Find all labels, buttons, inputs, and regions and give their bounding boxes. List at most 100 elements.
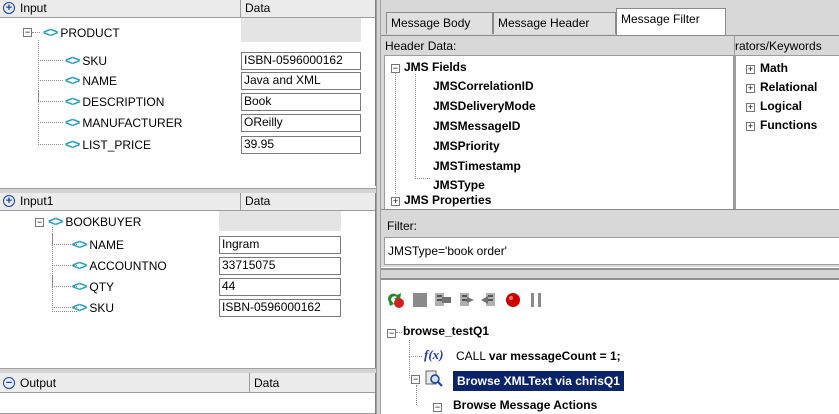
header-data-tree[interactable]: − JMS Fields JMSCorrelationID JMSDeliver… — [384, 55, 734, 210]
tab-message-filter[interactable]: Message Filter — [616, 8, 726, 35]
tree-node-description[interactable]: <> DESCRIPTION Book — [0, 91, 375, 112]
tab-message-header[interactable]: Message Header — [493, 12, 616, 34]
output-panel: − Output Data — [0, 373, 376, 414]
operators-tree[interactable]: + Math + Relational + Logical + Function… — [735, 55, 839, 210]
collapse-icon[interactable]: − — [387, 329, 396, 338]
node-label: DESCRIPTION — [82, 95, 165, 109]
xml-element-icon: <> — [65, 72, 80, 88]
record-icon[interactable] — [503, 290, 523, 310]
tree-node-accountno[interactable]: <> ACCOUNTNO 33715075 — [0, 255, 375, 276]
tree-node-name[interactable]: <> NAME Java and XML — [0, 70, 375, 91]
tree-node-jmstimestamp[interactable]: JMSTimestamp — [433, 159, 521, 173]
browse-icon — [425, 370, 443, 387]
horizontal-splitter[interactable] — [381, 268, 839, 280]
tree-node-qty[interactable]: <> QTY 44 — [0, 276, 375, 297]
xml-element-icon: <> — [65, 93, 80, 109]
tree-line — [409, 340, 422, 357]
tree-node-relational[interactable]: Relational — [760, 80, 817, 94]
step-back-icon[interactable] — [479, 290, 499, 310]
selected-step[interactable]: Browse XMLText via chrisQ1 — [453, 371, 624, 391]
data-column-header[interactable]: Data — [242, 193, 270, 211]
expand-icon[interactable]: + — [391, 197, 400, 206]
stop-icon[interactable] — [410, 290, 430, 310]
step-into-icon[interactable] — [385, 290, 405, 310]
tree-line — [38, 91, 63, 102]
header-data-pane: Header Data: − JMS Fields JMSCorrelation… — [381, 35, 734, 210]
tree-line — [395, 73, 396, 194]
tree-line — [396, 332, 402, 333]
tree-node-jms-fields[interactable]: JMS Fields — [404, 60, 467, 74]
tree-node-sku[interactable]: <> SKU ISBN-0596000162 — [0, 297, 375, 318]
tree-node-jmsmessageid[interactable]: JMSMessageID — [433, 119, 520, 133]
expand-icon[interactable]: + — [746, 122, 755, 131]
output-empty-row — [0, 393, 375, 414]
tree-line — [416, 385, 417, 405]
filter-pane: Filter: JMSType='book order' — [381, 209, 839, 267]
step-icon[interactable] — [456, 290, 476, 310]
value-field[interactable]: Book — [241, 93, 361, 111]
tree-node-logical[interactable]: Logical — [760, 99, 802, 113]
node-label: LIST_PRICE — [82, 138, 152, 152]
pause-icon[interactable] — [526, 290, 546, 310]
collapse-icon[interactable]: − — [35, 218, 44, 227]
tree-node-browse-message-actions[interactable]: Browse Message Actions — [453, 398, 597, 412]
node-label: ACCOUNTNO — [89, 259, 167, 273]
tree-line — [38, 50, 63, 61]
operators-title: rators/Keywords — [735, 39, 822, 53]
input1-panel-header[interactable]: + Input1 Data — [0, 193, 375, 211]
output-column-header[interactable]: Output — [0, 373, 250, 393]
tree-node-jmspriority[interactable]: JMSPriority — [433, 139, 500, 153]
tree-node-list-price[interactable]: <> LIST_PRICE 39.95 — [0, 134, 375, 155]
value-field[interactable]: 44 — [219, 278, 341, 296]
value-field[interactable]: ISBN-0596000162 — [219, 299, 341, 317]
tree-node-jms-properties[interactable]: JMS Properties — [404, 193, 491, 207]
xml-element-icon: <> — [72, 278, 87, 294]
run-icon[interactable] — [433, 290, 453, 310]
value-field[interactable]: Ingram — [219, 236, 341, 254]
tree-line — [415, 74, 430, 179]
tree-node-math[interactable]: Math — [760, 61, 788, 75]
tab-message-body[interactable]: Message Body — [386, 12, 493, 34]
data-column-header[interactable]: Data — [242, 0, 270, 18]
tree-node-jmscorrelationid[interactable]: JMSCorrelationID — [433, 79, 534, 93]
value-field[interactable]: ISBN-0596000162 — [241, 52, 361, 70]
collapse-icon[interactable]: − — [391, 64, 400, 73]
node-label: NAME — [82, 74, 118, 88]
value-field[interactable]: Java and XML — [241, 72, 361, 90]
tree-node-manufacturer[interactable]: <> MANUFACTURER OReilly — [0, 112, 375, 133]
tree-node-sku[interactable]: <> SKU ISBN-0596000162 — [0, 50, 375, 71]
filter-label: Filter: — [387, 219, 417, 233]
flow-tree[interactable]: − browse_testQ1 f(x) CALL var messageCou… — [381, 312, 839, 414]
value-field[interactable]: 39.95 — [241, 136, 361, 154]
expand-icon[interactable]: − — [433, 403, 442, 412]
selected-step-label: Browse XMLText via chrisQ1 — [457, 374, 620, 388]
value-field[interactable]: 33715075 — [219, 257, 341, 275]
tree-line — [32, 32, 40, 33]
data-column-header[interactable]: Data — [251, 373, 279, 391]
input-column-header[interactable]: Input — [0, 0, 241, 18]
collapse-icon[interactable]: − — [23, 28, 32, 37]
value-field[interactable]: OReilly — [241, 114, 361, 132]
collapse-icon[interactable]: − — [411, 375, 420, 384]
input1-column-header[interactable]: Input1 — [0, 193, 241, 211]
expand-icon[interactable]: + — [746, 103, 755, 112]
xml-element-icon: <> — [72, 299, 87, 315]
tree-line — [38, 134, 63, 145]
operators-pane: rators/Keywords + Math + Relational + Lo… — [734, 35, 839, 210]
tree-line — [38, 70, 63, 81]
output-panel-header[interactable]: − Output Data — [0, 373, 375, 393]
filter-input[interactable]: JMSType='book order' — [384, 237, 839, 265]
tree-node-browse-testq1[interactable]: browse_testQ1 — [403, 324, 489, 338]
xml-element-icon: <> — [65, 114, 80, 130]
call-step[interactable]: CALL var messageCount = 1; — [456, 349, 621, 363]
header-data-title: Header Data: — [385, 39, 457, 53]
input-panel-header[interactable]: + Input Data — [0, 0, 375, 18]
tree-node-jmsdeliverymode[interactable]: JMSDeliveryMode — [433, 99, 536, 113]
input1-panel: + Input1 Data − <> BOOKBUYER <> NAME Ingra… — [0, 193, 376, 369]
xml-element-icon: <> — [72, 236, 87, 252]
expand-icon[interactable]: + — [746, 65, 755, 74]
expand-icon[interactable]: + — [746, 84, 755, 93]
tree-node-functions[interactable]: Functions — [760, 118, 817, 132]
tree-node-name[interactable]: <> NAME Ingram — [0, 234, 375, 255]
tree-node-jmstype[interactable]: JMSType — [433, 178, 485, 192]
